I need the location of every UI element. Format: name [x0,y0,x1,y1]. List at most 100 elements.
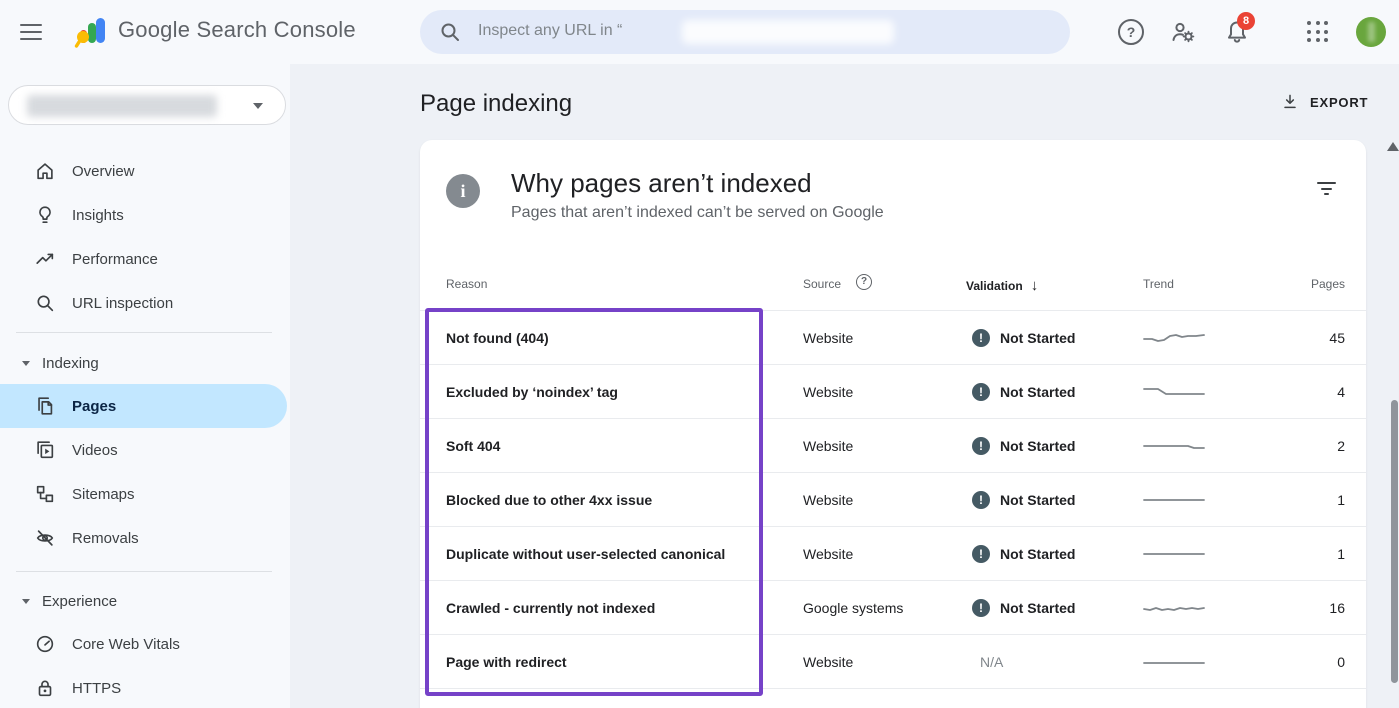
column-header-trend[interactable]: Trend [1143,277,1174,291]
sort-down-arrow-icon: ↓ [1031,277,1039,294]
filter-icon[interactable] [1316,182,1336,198]
url-inspect-search-input[interactable]: Inspect any URL in “ [420,10,1070,54]
column-header-source[interactable]: Source [803,277,841,291]
section-indexing[interactable]: Indexing [0,343,287,383]
sidebar-item-sitemaps[interactable]: Sitemaps [0,472,287,516]
source-cell: Website [803,438,853,454]
sidebar-item-core-web-vitals[interactable]: Core Web Vitals [0,622,287,666]
chevron-down-icon [22,599,30,604]
validation-not-started-icon: ! [972,491,990,509]
user-avatar[interactable] [1356,17,1386,47]
pages-count-cell: 1 [1337,492,1345,508]
validation-cell: Not Started [1000,330,1075,346]
reason-cell: Not found (404) [446,330,549,346]
notification-badge: 8 [1237,12,1255,30]
source-help-icon[interactable]: ? [856,274,872,290]
visibility-off-icon [34,527,56,549]
pages-count-cell: 0 [1337,654,1345,670]
section-label: Experience [42,593,117,610]
validation-cell: Not Started [1000,492,1075,508]
trend-sparkline [1143,437,1205,455]
chevron-down-icon [22,361,30,366]
sidebar-item-label: Overview [72,163,135,180]
section-label: Indexing [42,355,99,372]
sidebar-item-label: HTTPS [72,680,121,697]
card-title: Why pages aren’t indexed [511,168,812,199]
sidebar-item-label: Removals [72,530,139,547]
column-header-reason[interactable]: Reason [446,277,487,291]
trend-sparkline [1143,545,1205,563]
sidebar-item-label: Core Web Vitals [72,636,180,653]
table-row-duplicate-canonical[interactable]: Duplicate without user-selected canonica… [420,526,1366,580]
chevron-down-icon [253,103,263,109]
sidebar: Overview Insights Performance URL inspec… [0,64,290,708]
google-search-console-app: Google Search Console Inspect any URL in… [0,0,1399,708]
top-bar: Google Search Console Inspect any URL in… [0,0,1399,64]
redacted-property-name [27,95,217,117]
source-cell: Google systems [803,600,903,616]
divider [16,332,272,333]
sidebar-item-label: Performance [72,251,158,268]
home-icon [34,160,56,182]
validation-not-started-icon: ! [972,383,990,401]
search-placeholder: Inspect any URL in “ [478,22,622,40]
table-row-page-with-redirect[interactable]: Page with redirect Website N/A 0 [420,634,1366,688]
lightbulb-icon [34,204,56,226]
app-title: Google Search Console [118,17,356,43]
sidebar-item-url-inspection[interactable]: URL inspection [0,281,287,325]
validation-cell: Not Started [1000,546,1075,562]
search-console-logo-icon [72,13,110,51]
property-selector[interactable] [8,85,286,125]
speedometer-icon [34,633,56,655]
lock-icon [34,677,56,699]
reason-cell: Blocked due to other 4xx issue [446,492,652,508]
table-row-blocked-4xx[interactable]: Blocked due to other 4xx issue Website !… [420,472,1366,526]
redacted-domain [682,20,894,44]
trend-sparkline [1143,383,1205,401]
validation-not-started-icon: ! [972,545,990,563]
manage-accounts-icon[interactable] [1170,19,1196,45]
sidebar-item-label: Pages [72,398,116,415]
export-button[interactable]: EXPORT [1280,92,1368,112]
sidebar-item-overview[interactable]: Overview [0,149,287,193]
sidebar-item-pages[interactable]: Pages [0,384,287,428]
pages-count-cell: 4 [1337,384,1345,400]
sidebar-item-label: Sitemaps [72,486,135,503]
validation-not-started-icon: ! [972,437,990,455]
column-header-validation[interactable]: Validation ↓ [966,277,1038,294]
help-icon[interactable]: ? [1118,19,1144,45]
trend-sparkline [1143,653,1205,671]
apps-grid-icon[interactable] [1307,21,1329,43]
hamburger-menu-icon[interactable] [20,24,42,40]
reason-cell: Duplicate without user-selected canonica… [446,546,725,562]
source-cell: Website [803,492,853,508]
sidebar-item-videos[interactable]: Videos [0,428,287,472]
page-title: Page indexing [420,90,572,118]
sidebar-item-insights[interactable]: Insights [0,193,287,237]
table-row-crawled-not-indexed[interactable]: Crawled - currently not indexed Google s… [420,580,1366,634]
table-bottom-divider [420,688,1366,689]
pages-icon [34,395,56,417]
reason-cell: Excluded by ‘noindex’ tag [446,384,618,400]
source-cell: Website [803,546,853,562]
column-header-label: Validation [966,279,1023,293]
section-experience[interactable]: Experience [0,581,287,621]
column-header-pages[interactable]: Pages [1311,277,1345,291]
trend-sparkline [1143,599,1205,617]
table-row-excluded-noindex[interactable]: Excluded by ‘noindex’ tag Website ! Not … [420,364,1366,418]
info-icon: i [446,174,480,208]
validation-cell: Not Started [1000,384,1075,400]
sidebar-item-removals[interactable]: Removals [0,516,287,560]
export-label: EXPORT [1310,95,1368,110]
table-row-soft-404[interactable]: Soft 404 Website ! Not Started 2 [420,418,1366,472]
pages-count-cell: 1 [1337,546,1345,562]
sidebar-item-performance[interactable]: Performance [0,237,287,281]
validation-not-started-icon: ! [972,599,990,617]
sidebar-item-https[interactable]: HTTPS [0,666,287,708]
validation-cell: Not Started [1000,438,1075,454]
scrollbar-thumb[interactable] [1391,400,1398,683]
reason-cell: Crawled - currently not indexed [446,600,655,616]
table-row-not-found-404[interactable]: Not found (404) Website ! Not Started 45 [420,310,1366,364]
search-icon [34,292,56,314]
main-content: Page indexing EXPORT i Why pages aren’t … [290,64,1399,708]
